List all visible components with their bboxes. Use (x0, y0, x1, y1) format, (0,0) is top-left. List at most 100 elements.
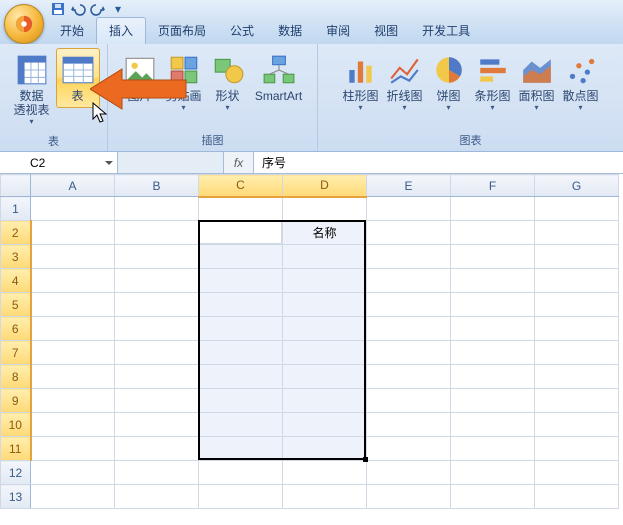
tab-developer[interactable]: 开发工具 (410, 18, 482, 44)
office-button[interactable] (4, 4, 44, 44)
cell[interactable] (367, 413, 451, 437)
column-header[interactable]: C (199, 175, 283, 197)
cell[interactable] (535, 269, 619, 293)
column-header[interactable]: A (31, 175, 115, 197)
cell[interactable] (367, 461, 451, 485)
cell[interactable] (367, 437, 451, 461)
cell[interactable] (451, 413, 535, 437)
cell[interactable] (283, 245, 367, 269)
column-chart-button[interactable]: 柱形图 ▾ (339, 48, 383, 117)
smartart-button[interactable]: SmartArt (250, 48, 308, 108)
cell[interactable] (283, 461, 367, 485)
cell[interactable] (367, 341, 451, 365)
row-header[interactable]: 8 (1, 365, 31, 389)
cell[interactable] (31, 413, 115, 437)
cell[interactable] (199, 293, 283, 317)
cell[interactable] (451, 245, 535, 269)
row-header[interactable]: 2 (1, 221, 31, 245)
cell[interactable] (283, 317, 367, 341)
cell[interactable] (115, 221, 199, 245)
column-header[interactable]: D (283, 175, 367, 197)
qat-undo-icon[interactable] (70, 1, 86, 17)
cell[interactable] (199, 365, 283, 389)
cell[interactable] (367, 245, 451, 269)
cell[interactable] (115, 293, 199, 317)
cell[interactable] (535, 317, 619, 341)
row-header[interactable]: 13 (1, 485, 31, 509)
cell[interactable] (283, 293, 367, 317)
cell[interactable] (115, 197, 199, 221)
qat-save-icon[interactable] (50, 1, 66, 17)
cell[interactable] (31, 485, 115, 509)
cell[interactable] (199, 197, 283, 221)
cell[interactable]: 名称 (283, 221, 367, 245)
cell[interactable] (367, 389, 451, 413)
cell[interactable] (283, 437, 367, 461)
cell[interactable] (451, 341, 535, 365)
cell[interactable] (31, 317, 115, 341)
cell[interactable] (367, 317, 451, 341)
bar-chart-button[interactable]: 条形图 ▾ (471, 48, 515, 117)
cell[interactable] (451, 317, 535, 341)
cell[interactable] (115, 269, 199, 293)
qat-dropdown-icon[interactable]: ▾ (110, 1, 126, 17)
cell[interactable] (115, 437, 199, 461)
cell[interactable] (451, 365, 535, 389)
line-chart-button[interactable]: 折线图 ▾ (383, 48, 427, 117)
cell[interactable] (199, 341, 283, 365)
name-box[interactable]: C2 (0, 152, 118, 173)
cell[interactable] (199, 461, 283, 485)
cell[interactable] (367, 269, 451, 293)
qat-redo-icon[interactable] (90, 1, 106, 17)
cell[interactable] (451, 293, 535, 317)
cell[interactable] (367, 365, 451, 389)
formula-input[interactable]: 序号 (254, 152, 623, 173)
cell[interactable] (535, 461, 619, 485)
cell[interactable] (31, 365, 115, 389)
cell[interactable] (199, 245, 283, 269)
cell[interactable] (31, 221, 115, 245)
tab-data[interactable]: 数据 (266, 18, 314, 44)
cell[interactable] (451, 197, 535, 221)
cell[interactable] (367, 485, 451, 509)
cell[interactable] (115, 461, 199, 485)
cell[interactable] (31, 437, 115, 461)
cell[interactable] (535, 413, 619, 437)
tab-home[interactable]: 开始 (48, 18, 96, 44)
cell[interactable] (199, 269, 283, 293)
cell[interactable] (451, 269, 535, 293)
cell[interactable] (451, 221, 535, 245)
scatter-chart-button[interactable]: 散点图 ▾ (559, 48, 603, 117)
column-header[interactable]: G (535, 175, 619, 197)
worksheet-grid[interactable]: ABCDEFG12序号名称345678910111213 (0, 174, 623, 509)
cell[interactable] (535, 437, 619, 461)
column-header[interactable]: E (367, 175, 451, 197)
cell[interactable] (283, 269, 367, 293)
cell[interactable] (199, 437, 283, 461)
cell[interactable] (31, 269, 115, 293)
row-header[interactable]: 6 (1, 317, 31, 341)
row-header[interactable]: 9 (1, 389, 31, 413)
cell[interactable]: 序号 (199, 221, 283, 245)
cell[interactable] (535, 389, 619, 413)
cell[interactable] (535, 341, 619, 365)
cell[interactable] (451, 437, 535, 461)
cell[interactable] (115, 389, 199, 413)
cell[interactable] (283, 389, 367, 413)
cell[interactable] (451, 389, 535, 413)
tab-view[interactable]: 视图 (362, 18, 410, 44)
cell[interactable] (283, 485, 367, 509)
cell[interactable] (31, 197, 115, 221)
cell[interactable] (115, 413, 199, 437)
cell[interactable] (535, 197, 619, 221)
pivot-table-button[interactable]: 数据 透视表 ▾ (8, 48, 56, 131)
cell[interactable] (283, 413, 367, 437)
tab-review[interactable]: 审阅 (314, 18, 362, 44)
cell[interactable] (199, 413, 283, 437)
cell[interactable] (199, 317, 283, 341)
cell[interactable] (31, 389, 115, 413)
cell[interactable] (367, 293, 451, 317)
fx-icon[interactable]: fx (224, 152, 254, 173)
cell[interactable] (115, 317, 199, 341)
row-header[interactable]: 4 (1, 269, 31, 293)
